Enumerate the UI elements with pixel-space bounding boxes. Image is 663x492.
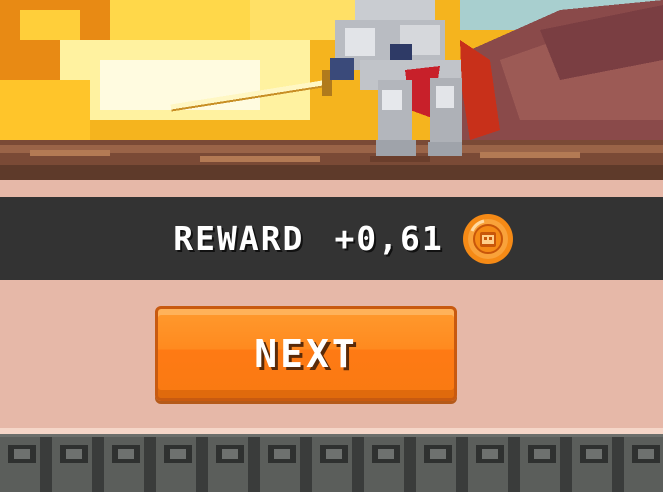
battle-scene bbox=[0, 0, 663, 180]
next-button-label: NEXT bbox=[254, 331, 358, 376]
reward-value: +0,61 bbox=[334, 219, 444, 258]
next-button[interactable]: NEXT bbox=[155, 306, 457, 401]
reward-bar: REWARD +0,61 bbox=[0, 197, 663, 280]
chain-links bbox=[8, 445, 660, 463]
coin-icon bbox=[462, 213, 513, 264]
reward-label: REWARD bbox=[173, 219, 305, 258]
